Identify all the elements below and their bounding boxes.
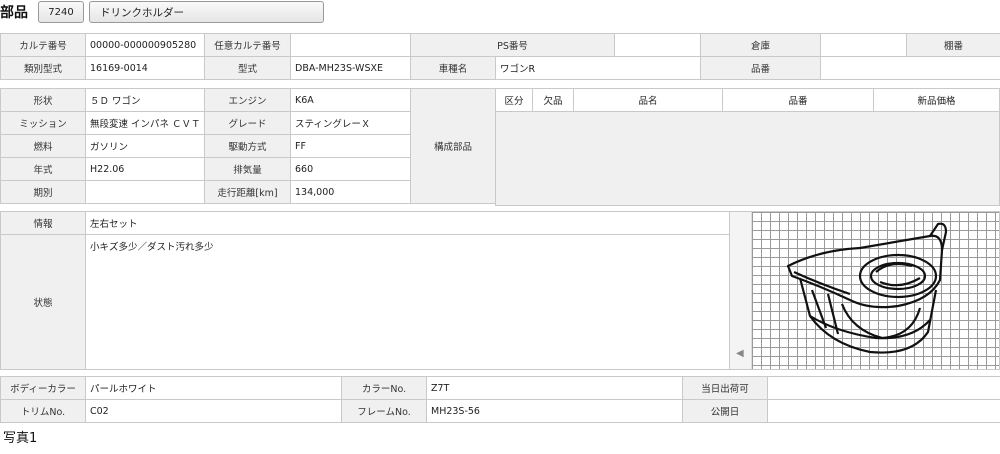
same-day-ship-value <box>767 376 1000 400</box>
ps-no-value <box>614 33 702 57</box>
parts-table-header: 区分 欠品 品名 品番 新品価格 <box>496 89 999 112</box>
col-new-price: 新品価格 <box>917 96 956 107</box>
type-cat-value: 16169-0014 <box>85 56 205 80</box>
engine-label: エンジン <box>204 88 291 112</box>
frame-no-value: MH23S-56 <box>426 399 683 423</box>
drive-value: FF <box>290 134 411 158</box>
year-value: H22.06 <box>85 157 205 181</box>
part-photo[interactable]: ◀ <box>729 211 1000 370</box>
opt-karte-no-label: 任意カルテ番号 <box>204 33 291 57</box>
color-frame-table: ボディーカラー パールホワイト カラーNo. Z7T 当日出荷可 トリムNo. … <box>0 376 1000 423</box>
displacement-value: 660 <box>290 157 411 181</box>
trim-no-value: C02 <box>85 399 342 423</box>
karte-table: カルテ番号 00000-000000905280 任意カルテ番号 PS番号 倉庫… <box>0 33 1000 80</box>
mileage-label: 走行距離[km] <box>204 180 291 204</box>
car-name-value: ワゴンR <box>494 56 702 80</box>
component-parts-table: 区分 欠品 品名 品番 新品価格 <box>495 88 1000 206</box>
info-table: 情報 左右セット 状態 小キズ多少／ダスト汚れ多少 <box>0 211 730 370</box>
col-category: 区分 <box>496 89 533 111</box>
mission-value: 無段変速 インパネ ＣＶＴ <box>85 111 205 135</box>
mission-label: ミッション <box>0 111 86 135</box>
col-missing: 欠品 <box>533 89 574 111</box>
color-no-value: Z7T <box>426 376 683 400</box>
model-value: DBA-MH23S-WSXE <box>290 56 411 80</box>
condition-label: 状態 <box>0 234 86 370</box>
car-name-label: 車種名 <box>410 56 496 80</box>
fuel-label: 燃料 <box>0 134 86 158</box>
period-label: 期別 <box>0 180 86 204</box>
drink-holder-drawing <box>786 222 948 354</box>
fuel-value: ガソリン <box>85 134 205 158</box>
vehicle-table: 形状 ５Ｄ ワゴン エンジン K6A 構成部品 ミッション 無段変速 インパネ … <box>0 88 496 204</box>
warehouse-label: 倉庫 <box>700 33 822 57</box>
engine-value: K6A <box>290 88 411 112</box>
drive-label: 駆動方式 <box>204 134 291 158</box>
color-no-label: カラーNo. <box>341 376 427 400</box>
info-label: 情報 <box>0 211 86 235</box>
photo-caption: 写真1 <box>3 431 38 446</box>
public-date-label: 公開日 <box>682 399 768 423</box>
same-day-ship-label: 当日出荷可 <box>682 376 768 400</box>
section-title: 部品 <box>0 5 28 21</box>
col-part-name: 品名 <box>574 89 723 111</box>
info-value: 左右セット <box>85 211 730 235</box>
part-no-label: 品番 <box>700 56 822 80</box>
components-label: 構成部品 <box>410 88 496 204</box>
grade-label: グレード <box>204 111 291 135</box>
karte-no-label: カルテ番号 <box>0 33 86 57</box>
trim-no-label: トリムNo. <box>0 399 86 423</box>
ps-no-label: PS番号 <box>409 33 616 57</box>
type-cat-label: 類別型式 <box>0 56 86 80</box>
photo-prev-strip[interactable] <box>730 212 752 369</box>
year-label: 年式 <box>0 157 86 181</box>
chevron-left-icon[interactable]: ◀ <box>736 348 744 359</box>
condition-value: 小キズ多少／ダスト汚れ多少 <box>85 234 730 370</box>
body-color-label: ボディーカラー <box>0 376 86 400</box>
body-color-value: パールホワイト <box>85 376 342 400</box>
warehouse-value <box>820 33 908 57</box>
part-no-value <box>820 56 1000 80</box>
karte-no-value: 00000-000000905280 <box>85 33 205 57</box>
grade-value: スティングレーＸ <box>290 111 411 135</box>
part-name-button[interactable]: ドリンクホルダー <box>89 1 324 23</box>
opt-karte-no-value <box>290 33 411 57</box>
shape-value: ５Ｄ ワゴン <box>85 88 205 112</box>
shape-label: 形状 <box>0 88 86 112</box>
displacement-label: 排気量 <box>204 157 291 181</box>
col-part-no: 品番 <box>723 89 874 111</box>
part-code-button[interactable]: 7240 <box>38 1 84 23</box>
public-date-value <box>767 399 1000 423</box>
period-value <box>85 180 205 204</box>
model-label: 型式 <box>204 56 291 80</box>
mileage-value: 134,000 <box>290 180 411 204</box>
shelf-no-label: 棚番 <box>906 33 1000 57</box>
frame-no-label: フレームNo. <box>341 399 427 423</box>
